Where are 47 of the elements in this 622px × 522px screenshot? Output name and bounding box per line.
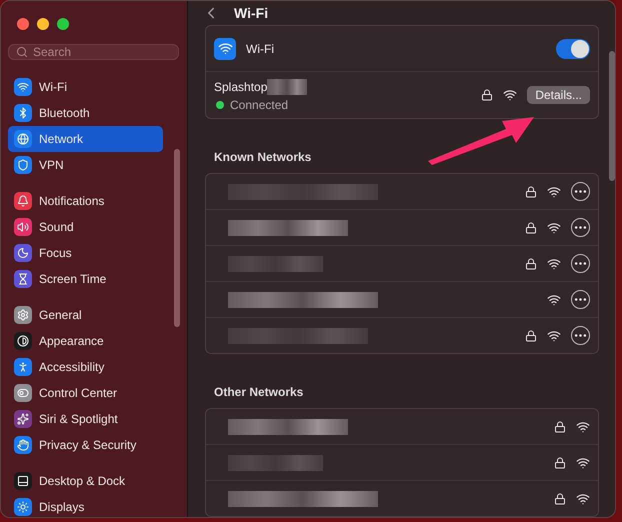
more-button[interactable] [571, 218, 590, 237]
sidebar-item[interactable]: Displays [8, 494, 163, 517]
wifi-toggle[interactable] [556, 38, 590, 58]
status-text: Connected [230, 98, 288, 112]
wifi-signal-icon [547, 328, 561, 342]
wifi-signal-icon [547, 220, 561, 234]
sidebar-item[interactable]: Accessibility [8, 354, 163, 380]
sidebar-item[interactable]: Privacy & Security [8, 432, 163, 458]
search-icon [16, 46, 28, 58]
page-title: Wi-Fi [234, 5, 268, 21]
network-name: Splashtop [214, 80, 268, 94]
sidebar-item[interactable]: Bluetooth [8, 100, 163, 126]
more-button[interactable] [571, 326, 590, 345]
wifi-signal-icon [576, 420, 590, 434]
sidebar-item[interactable]: Desktop & Dock [8, 468, 163, 494]
scrollbar-thumb[interactable] [609, 51, 615, 181]
section-title: Other Networks [214, 385, 304, 399]
wifi-signal-icon [547, 184, 561, 198]
wifi-label: Wi-Fi [246, 42, 274, 56]
sidebar-item[interactable]: Sound [8, 214, 163, 240]
sidebar-item[interactable]: Appearance [8, 328, 163, 354]
section-title: Known Networks [214, 150, 312, 164]
details-button[interactable]: Details... [527, 86, 590, 104]
wifi-signal-icon [547, 292, 561, 306]
close-button[interactable] [17, 18, 29, 30]
sidebar-item[interactable]: General [8, 302, 163, 328]
more-button[interactable] [571, 290, 590, 309]
wifi-signal-icon [547, 256, 561, 270]
minimize-button[interactable] [37, 18, 49, 30]
sidebar-item[interactable]: Network [8, 126, 163, 152]
sidebar-item[interactable]: Notifications [8, 188, 163, 214]
search-placeholder: Search [33, 45, 72, 59]
wifi-signal-icon [576, 456, 590, 470]
sidebar-item[interactable]: Focus [8, 240, 163, 266]
blurred-network-name [267, 78, 308, 94]
sidebar-item[interactable]: VPN [8, 152, 163, 178]
wifi-signal-icon [576, 492, 590, 506]
scrollbar-thumb[interactable] [174, 149, 180, 327]
wifi-icon [214, 38, 236, 60]
sidebar-item[interactable]: Screen Time [8, 266, 163, 292]
zoom-button[interactable] [57, 18, 69, 30]
more-button[interactable] [571, 254, 590, 273]
sidebar-item[interactable]: Siri & Spotlight [8, 406, 163, 432]
sidebar-item[interactable]: Wi-Fi [8, 74, 163, 100]
sidebar-item[interactable]: Control Center [8, 380, 163, 406]
more-button[interactable] [571, 182, 590, 201]
wifi-signal-icon [503, 88, 518, 102]
